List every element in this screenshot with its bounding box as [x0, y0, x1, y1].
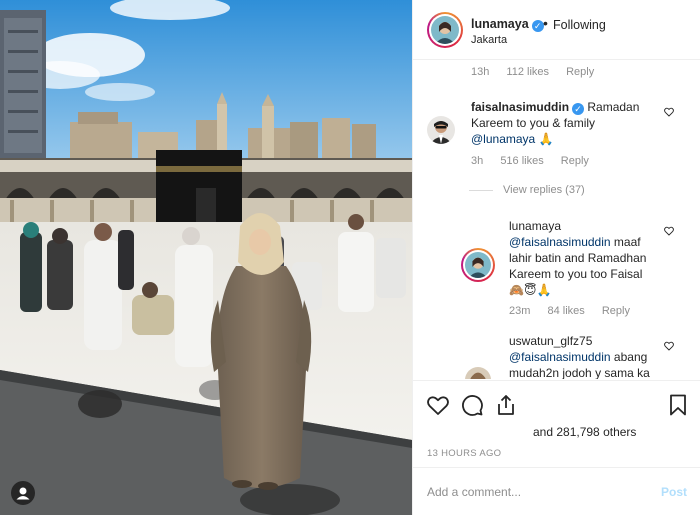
comment-meta: 13h 112 likes Reply	[471, 66, 608, 78]
reply-username[interactable]: uswatun_glfz75	[509, 334, 592, 348]
replier-avatar[interactable]	[461, 248, 495, 282]
like-reply-heart-icon[interactable]	[664, 226, 674, 236]
verified-badge-icon: ✓	[531, 20, 544, 32]
kaaba-photo-illustration	[0, 0, 412, 515]
reply-text-line2: lahir batin and Ramadhan	[509, 251, 647, 265]
comments-list[interactable]: 13h 112 likes Reply faisalnasimuddin ✓ Ra…	[413, 61, 700, 379]
avatar-image	[431, 16, 459, 44]
post-photo[interactable]	[0, 0, 412, 515]
bookmark-icon[interactable]	[666, 393, 690, 417]
replier-avatar[interactable]	[465, 367, 491, 379]
reply-time: 23m	[509, 305, 531, 317]
post-author[interactable]: lunamaya ✓	[471, 17, 544, 32]
reply-text-line3: Kareem to you too Faisal	[509, 267, 643, 281]
reply-mention[interactable]: @faisalnasimuddin	[509, 350, 611, 364]
view-replies-button[interactable]: View replies (37)	[469, 184, 585, 196]
comment-emoji: 🙏	[538, 132, 554, 146]
comment-mention[interactable]: @lunamaya	[471, 132, 535, 146]
add-comment-bar: Post	[413, 467, 700, 515]
post-location[interactable]: Jakarta	[471, 34, 507, 46]
reply-body: uswatun_glfz75 @faisalnasimuddin abang m…	[509, 333, 659, 379]
comment-meta: 3h 516 likes Reply	[471, 155, 603, 167]
reply-text-line2: mudah2n jodoh y sama ka	[509, 366, 650, 379]
comment-time: 13h	[471, 66, 490, 78]
comment-time: 3h	[471, 155, 484, 167]
tagged-users-button[interactable]	[11, 481, 35, 505]
separator-dot: •	[543, 15, 548, 31]
comment-likes[interactable]: 112 likes	[506, 66, 549, 78]
comment-text-line1: Ramadan	[587, 100, 640, 114]
share-icon[interactable]	[494, 393, 518, 417]
comment-body: faisalnasimuddin ✓ Ramadan Kareem to you …	[471, 99, 671, 147]
reply-likes[interactable]: 84 likes	[547, 305, 584, 317]
commenter-avatar[interactable]	[427, 116, 455, 144]
comment-input[interactable]	[427, 482, 647, 502]
comment-username[interactable]: faisalnasimuddin	[471, 100, 569, 114]
reply-button[interactable]: Reply	[566, 66, 594, 78]
post-header: lunamaya ✓ • Following Jakarta	[413, 0, 700, 60]
profile-avatar[interactable]	[427, 12, 463, 48]
reply-text-line1: abang	[613, 350, 648, 364]
avatar-image	[465, 252, 491, 278]
reply-text-line1: maaf	[613, 235, 641, 249]
heart-icon[interactable]	[426, 393, 450, 417]
reply-button[interactable]: Reply	[561, 155, 589, 167]
post-author-username[interactable]: lunamaya	[471, 17, 529, 31]
like-comment-heart-icon[interactable]	[664, 107, 674, 117]
comment-icon[interactable]	[460, 393, 484, 417]
reply-mention[interactable]: @faisalnasimuddin	[509, 235, 611, 249]
follow-status-button[interactable]: Following	[553, 18, 606, 32]
reply-emoji: 🙈😇🙏	[509, 283, 552, 297]
like-reply-heart-icon[interactable]	[664, 341, 674, 351]
view-replies-label[interactable]: View replies (37)	[503, 184, 585, 196]
comment-likes[interactable]: 516 likes	[500, 155, 543, 167]
likes-count[interactable]: and 281,798 others	[533, 425, 636, 439]
reply-username[interactable]: lunamaya	[509, 219, 561, 233]
reply-button[interactable]: Reply	[602, 305, 630, 317]
post-comment-button[interactable]: Post	[661, 485, 687, 499]
verified-badge-icon: ✓	[572, 103, 585, 115]
reply-body: lunamaya @faisalnasimuddin maaf lahir ba…	[509, 218, 659, 298]
comment-text-line2: Kareem to you & family	[471, 116, 596, 130]
post-timestamp[interactable]: 13 HOURS AGO	[427, 448, 501, 459]
reply-meta: 23m 84 likes Reply	[509, 305, 644, 317]
user-icon	[16, 487, 30, 500]
divider-line	[469, 189, 493, 191]
post-side-panel: lunamaya ✓ • Following Jakarta 13h 112 li…	[412, 0, 700, 515]
